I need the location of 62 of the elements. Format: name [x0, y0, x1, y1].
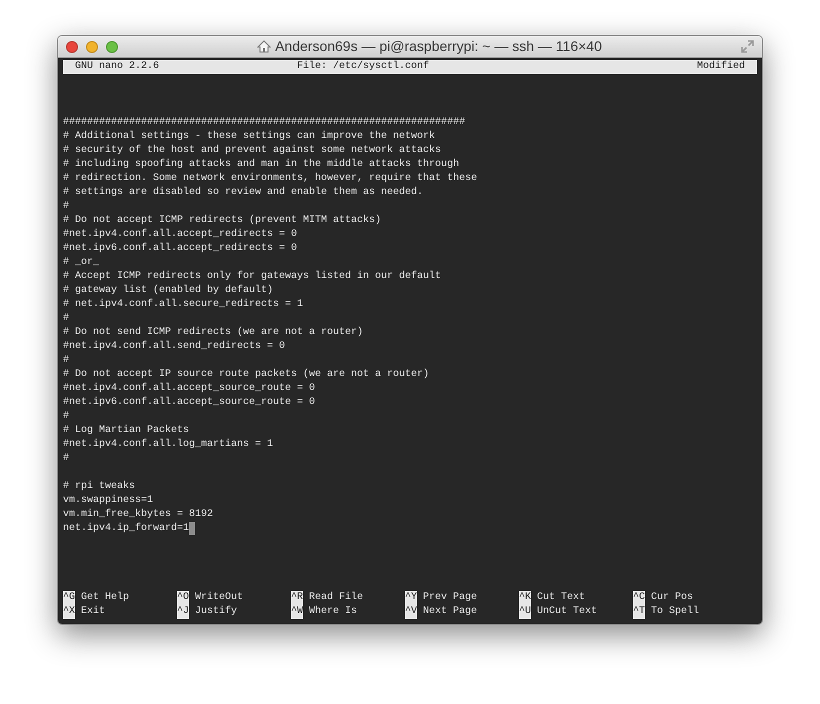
shortcut-label: Justify: [195, 605, 238, 619]
version-label: GNU nano 2.2.6: [75, 60, 160, 74]
code-line: # gateway list (enabled by default): [63, 284, 274, 298]
file-name: File: /etc/sysctl.conf: [297, 60, 430, 74]
code-line: # rpi tweaks: [63, 480, 136, 494]
code-line: vm.min_free_kbytes = 8192: [63, 508, 214, 522]
shortcut-key: ^G: [63, 591, 76, 605]
code-line: # Additional settings - these settings can improve the network: [63, 130, 436, 144]
shortcut-key: ^T: [633, 605, 646, 619]
shortcut-key: ^K: [519, 591, 532, 605]
code-line: # security of the host and prevent against some network attacks: [63, 144, 442, 158]
code-line: #net.ipv4.conf.all.log_martians = 1: [63, 438, 274, 452]
code-line: #net.ipv4.conf.all.send_redirects = 0: [63, 340, 286, 354]
shortcut-label: Prev Page: [423, 591, 478, 605]
shortcut-key: ^X: [63, 605, 76, 619]
code-line: net.ipv4.ip_forward=1: [63, 522, 190, 536]
code-line: vm.swappiness=1: [63, 494, 154, 508]
code-line: #: [63, 312, 70, 326]
home-icon: [257, 40, 272, 53]
code-line: # Log Martian Packets: [63, 424, 190, 438]
zoom-button[interactable]: [106, 40, 118, 52]
code-line: #: [63, 200, 70, 214]
shortcut-key: ^R: [291, 591, 304, 605]
window-title: Anderson69s — pi@raspberrypi: ~ — ssh — 116×40: [275, 37, 602, 56]
code-line: # Do not send ICMP redirects (we are not a router): [63, 326, 364, 340]
code-line: #net.ipv6.conf.all.accept_redirects = 0: [63, 242, 298, 256]
code-line: #net.ipv4.conf.all.accept_redirects = 0: [63, 228, 298, 242]
shortcut-key: ^J: [177, 605, 190, 619]
shortcut-label: Exit: [81, 605, 106, 619]
code-line: #: [63, 354, 70, 368]
code-line: #: [63, 452, 70, 466]
shortcut-label: Cur Pos: [651, 591, 694, 605]
code-line: # _or_: [63, 256, 100, 270]
code-line: # Accept ICMP redirects only for gateways listed in our default: [63, 270, 442, 284]
code-line: # including spoofing attacks and man in the middle attacks through: [63, 158, 460, 172]
shortcut-label: To Spell: [651, 605, 700, 619]
code-line: # net.ipv4.conf.all.secure_redirects = 1: [63, 298, 304, 312]
code-line: # settings are disabled so review and enable them as needed.: [63, 186, 424, 200]
code-line: #net.ipv4.conf.all.accept_source_route = 0: [63, 382, 316, 396]
minimize-button[interactable]: [86, 40, 98, 52]
shortcut-key: ^W: [291, 605, 304, 619]
shortcut-label: Get Help: [81, 591, 130, 605]
code-line: #: [63, 410, 70, 424]
shortcut-label: WriteOut: [195, 591, 244, 605]
shortcut-key: ^O: [177, 591, 190, 605]
code-line: # Do not accept IP source route packets (we are not a router): [63, 368, 430, 382]
close-button[interactable]: [66, 40, 78, 52]
shortcut-label: Read File: [309, 591, 364, 605]
shortcut-key: ^V: [405, 605, 418, 619]
code-line: #net.ipv6.conf.all.accept_source_route = 0: [63, 396, 316, 410]
shortcut-key: ^U: [519, 605, 532, 619]
shortcut-label: Where Is: [309, 605, 358, 619]
code-line: # Do not accept ICMP redirects (prevent MITM attacks): [63, 214, 382, 228]
shortcut-label: UnCut Text: [537, 605, 598, 619]
shortcut-key: ^C: [633, 591, 646, 605]
code-line: # redirection. Some network environments, however, require that these: [63, 172, 478, 186]
shortcut-key: ^Y: [405, 591, 418, 605]
shortcut-label: Cut Text: [537, 591, 586, 605]
shortcut-label: Next Page: [423, 605, 478, 619]
code-line: ###################################################################: [63, 116, 466, 130]
fullscreen-icon[interactable]: [741, 40, 754, 53]
modified-status: Modified: [696, 60, 745, 74]
